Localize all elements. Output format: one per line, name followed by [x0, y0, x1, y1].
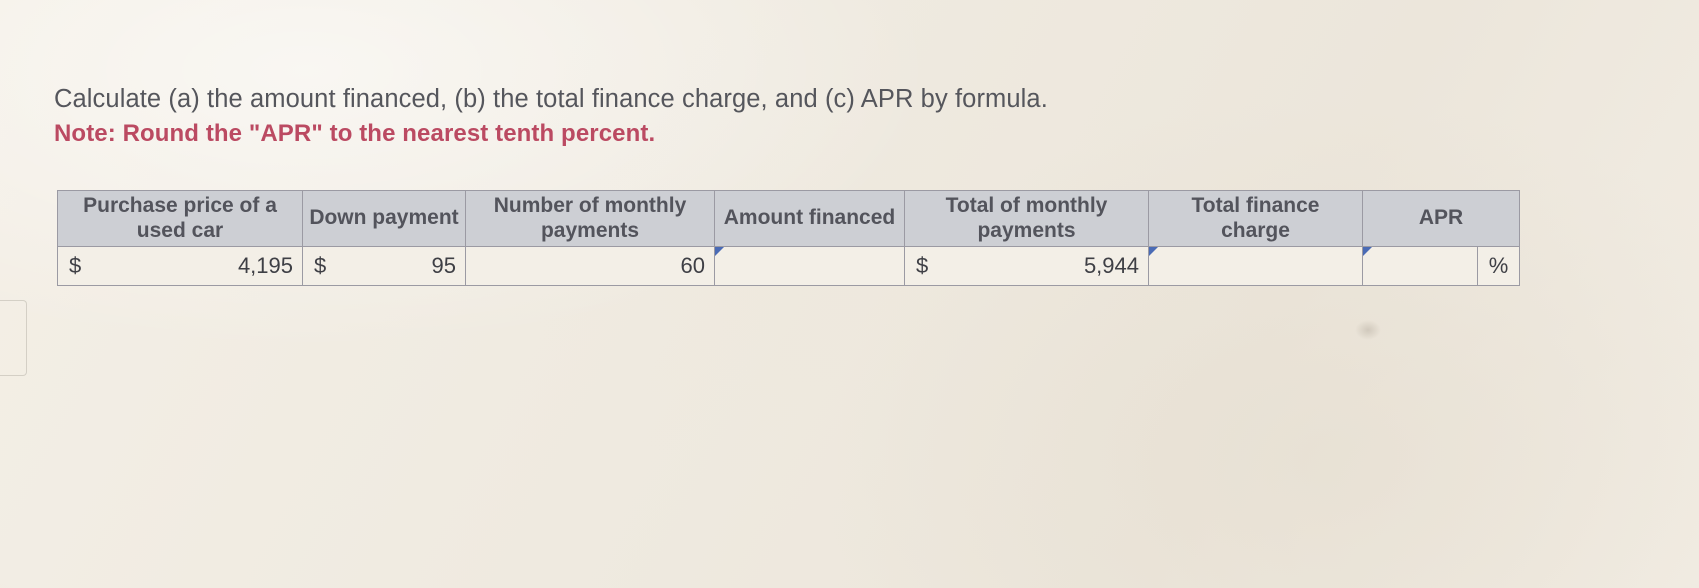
apr-input[interactable]	[1363, 247, 1477, 285]
total-of-monthly-payments-value: 5,944	[1083, 253, 1139, 278]
currency-symbol: $	[916, 253, 929, 278]
table-header-row: Purchase price of a used car Down paymen…	[57, 190, 1520, 247]
cell-total-of-monthly-payments: $ 5,944	[904, 246, 1149, 286]
finance-worksheet-table: Purchase price of a used car Down paymen…	[57, 190, 1520, 286]
table-row: $ 4,195 $ 95 60 $ 5,944 %	[57, 246, 1520, 286]
column-header-amount-financed: Amount financed	[714, 190, 905, 247]
column-header-total-finance-charge: Total finance charge	[1148, 190, 1363, 247]
currency-symbol: $	[314, 253, 327, 278]
amount-financed-input[interactable]	[715, 247, 904, 285]
column-header-total-of-monthly-payments: Total of monthly payments	[904, 190, 1149, 247]
column-header-number-of-payments: Number of monthly payments	[465, 190, 715, 247]
cell-marker-triangle-icon	[715, 247, 724, 256]
down-payment-value: 95	[431, 253, 456, 278]
cell-down-payment: $ 95	[302, 246, 466, 286]
column-header-purchase-price: Purchase price of a used car	[57, 190, 303, 247]
apr-percent-suffix: %	[1477, 246, 1520, 286]
cell-apr-input[interactable]	[1362, 246, 1478, 286]
cell-purchase-price: $ 4,195	[57, 246, 303, 286]
currency-symbol: $	[69, 253, 82, 278]
cell-number-of-payments: 60	[465, 246, 715, 286]
column-header-apr: APR	[1362, 190, 1520, 247]
cell-total-finance-charge-input[interactable]	[1148, 246, 1363, 286]
purchase-price-value: 4,195	[237, 253, 293, 278]
number-of-payments-value: 60	[680, 253, 705, 278]
question-prompt: Calculate (a) the amount financed, (b) t…	[54, 85, 1048, 113]
cell-amount-financed-input[interactable]	[714, 246, 905, 286]
total-finance-charge-input[interactable]	[1149, 247, 1362, 285]
problem-content: Calculate (a) the amount financed, (b) t…	[0, 0, 1699, 588]
column-header-down-payment: Down payment	[302, 190, 466, 247]
cell-marker-triangle-icon	[1149, 247, 1158, 256]
cell-marker-triangle-icon	[1363, 247, 1372, 256]
rounding-note: Note: Round the "APR" to the nearest ten…	[54, 120, 656, 147]
